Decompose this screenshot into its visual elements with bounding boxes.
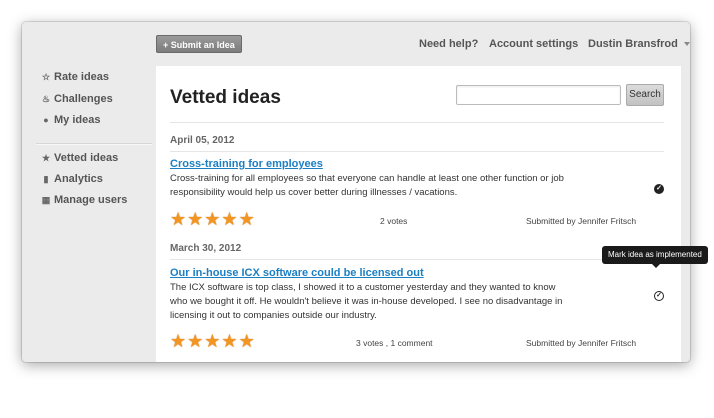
submitted-by: Submitted by Jennifer Fritsch <box>526 338 637 348</box>
idea-description: Cross-training for all employees so that… <box>170 173 564 198</box>
star-filled-icon: ★ <box>41 152 51 163</box>
sidebar-item-label: Vetted ideas <box>54 152 119 164</box>
chevron-down-icon <box>683 42 690 47</box>
need-help-link[interactable]: Need help? <box>419 38 478 50</box>
sidebar-item-label: Analytics <box>54 173 103 185</box>
sidebar-item-challenges[interactable]: ♨ Challenges <box>40 93 113 105</box>
date-heading: April 05, 2012 <box>170 135 235 146</box>
date-divider <box>170 259 664 260</box>
star-icon[interactable]: ★ <box>239 332 255 350</box>
star-rating[interactable]: ★ ★ ★ ★ ★ <box>170 332 255 350</box>
star-icon[interactable]: ★ <box>239 210 255 228</box>
fire-icon: ♨ <box>41 93 51 104</box>
star-icon[interactable]: ★ <box>170 332 186 350</box>
vote-count: 2 votes <box>380 216 408 226</box>
check-circle-filled-icon[interactable]: ✓ <box>654 184 664 194</box>
submitted-by: Submitted by Jennifer Fritsch <box>526 216 637 226</box>
star-icon[interactable]: ★ <box>170 210 186 228</box>
sidebar-item-label: Manage users <box>54 194 128 206</box>
title-divider <box>170 122 664 123</box>
search-input[interactable] <box>456 85 621 105</box>
star-icon[interactable]: ★ <box>204 332 220 350</box>
sidebar-item-label: Rate ideas <box>54 71 110 83</box>
submit-idea-button[interactable]: + Submit an Idea <box>156 35 242 53</box>
account-settings-link[interactable]: Account settings <box>489 38 578 50</box>
check-circle-outline-icon[interactable]: ✓ <box>654 291 664 301</box>
tooltip-arrow <box>652 264 660 268</box>
tooltip: Mark idea as implemented <box>602 246 708 264</box>
date-divider <box>170 151 664 152</box>
sidebar-item-vetted-ideas[interactable]: ★ Vetted ideas <box>40 152 118 164</box>
vote-count: 3 votes , 1 comment <box>356 338 433 348</box>
idea-title-link[interactable]: Cross-training for employees <box>170 158 323 170</box>
sidebar-item-rate-ideas[interactable]: ☆ Rate ideas <box>40 71 109 83</box>
sidebar-item-manage-users[interactable]: ▦ Manage users <box>40 194 128 206</box>
user-icon: ● <box>43 115 49 125</box>
sidebar-item-analytics[interactable]: ▮ Analytics <box>40 173 103 185</box>
grid-icon: ▦ <box>41 194 51 205</box>
main-content: Vetted ideas Search April 05, 2012 Cross… <box>156 66 681 362</box>
bar-chart-icon: ▮ <box>43 173 49 184</box>
star-icon[interactable]: ★ <box>204 210 220 228</box>
star-icon[interactable]: ★ <box>187 210 203 228</box>
idea-description: The ICX software is top class, I showed … <box>170 282 563 321</box>
star-icon[interactable]: ★ <box>187 332 203 350</box>
sidebar-item-label: My ideas <box>54 114 101 126</box>
search-button[interactable]: Search <box>626 84 664 106</box>
user-menu[interactable]: Dustin Bransfrod <box>588 38 690 50</box>
app-window: + Submit an Idea Need help? Account sett… <box>22 22 690 362</box>
top-bar: + Submit an Idea Need help? Account sett… <box>22 22 690 66</box>
sidebar-item-label: Challenges <box>54 93 113 105</box>
sidebar-item-my-ideas[interactable]: ● My ideas <box>40 114 100 126</box>
user-name: Dustin Bransfrod <box>588 38 678 50</box>
page-title: Vetted ideas <box>170 87 281 108</box>
date-heading: March 30, 2012 <box>170 243 242 254</box>
star-icon[interactable]: ★ <box>221 210 237 228</box>
sidebar-divider <box>36 143 152 145</box>
star-rating[interactable]: ★ ★ ★ ★ ★ <box>170 210 255 228</box>
star-icon: ☆ <box>41 71 51 82</box>
star-icon[interactable]: ★ <box>221 332 237 350</box>
idea-title-link[interactable]: Our in-house ICX software could be licen… <box>170 267 424 279</box>
